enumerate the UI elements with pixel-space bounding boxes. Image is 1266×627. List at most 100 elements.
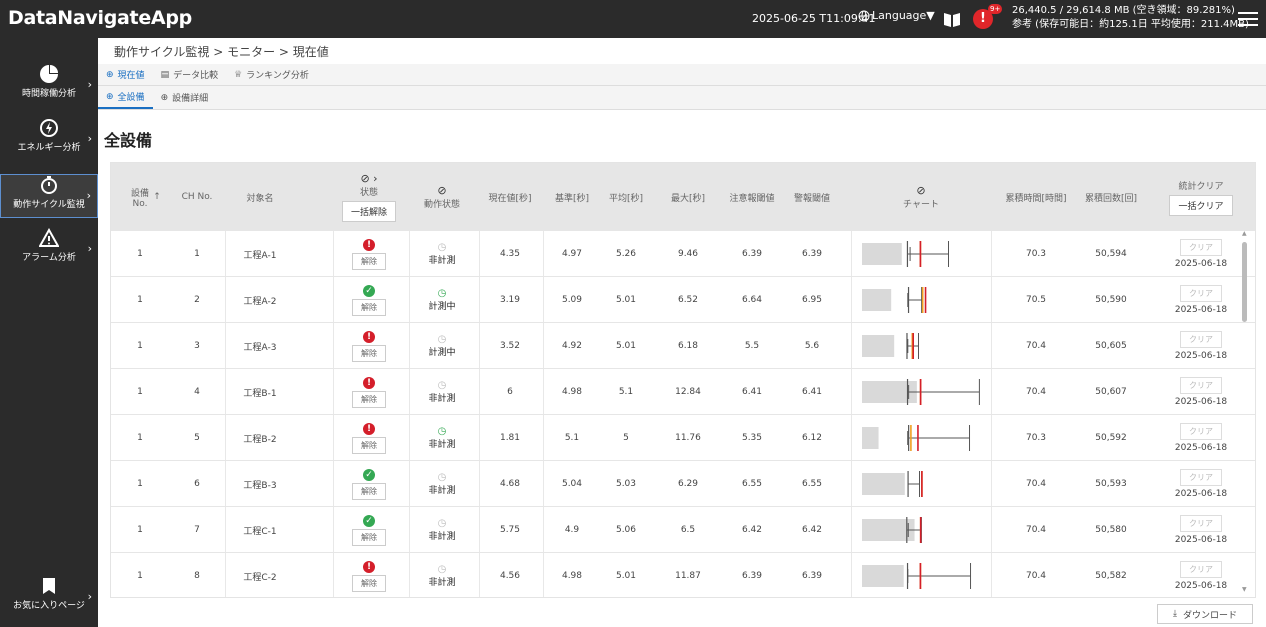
clear-cell: クリア 2025-06-18 [1159, 231, 1243, 277]
release-button[interactable]: 解除 [352, 344, 386, 362]
sidebar-item-label: 動作サイクル監視 [13, 200, 85, 210]
tab-equipment-detail[interactable]: ⊕ 設備詳細 [153, 86, 217, 109]
energy-icon [40, 119, 58, 137]
clear-button[interactable]: クリア [1180, 469, 1222, 486]
cell-base: 4.97 [561, 249, 583, 259]
clear-cell: クリア 2025-06-18 [1159, 507, 1243, 553]
check-icon: ✓ [363, 284, 375, 297]
chevron-right-icon: › [87, 590, 92, 603]
op-state-cell: ◷ 計測中 [409, 323, 475, 369]
clear-button[interactable]: クリア [1180, 377, 1222, 394]
error-icon: ! [363, 560, 375, 573]
op-state-cell: ◷ 非計測 [409, 461, 475, 507]
release-button[interactable]: 解除 [352, 482, 386, 500]
release-button[interactable]: 解除 [352, 436, 386, 454]
cycle-chart [862, 517, 922, 543]
language-label: Language▼ [872, 9, 935, 22]
chart-cell [856, 231, 992, 277]
tab-current-value[interactable]: ⊕ 現在値 [98, 64, 153, 85]
chart-current-bar [862, 565, 904, 587]
tab-all-equipment[interactable]: ⊕ 全設備 [98, 86, 153, 109]
cell-warn: 5.35 [741, 433, 763, 443]
cell-current: 6 [507, 387, 513, 397]
cell-max: 6.52 [677, 295, 699, 305]
cell-cum-count: 50,590 [1095, 295, 1127, 305]
cell-avg: 5.1 [618, 387, 634, 397]
scroll-up-icon[interactable]: ▲ [1242, 230, 1247, 237]
check-icon: ✓ [363, 514, 375, 527]
download-label: ダウンロード [1182, 610, 1237, 621]
stopwatch-icon: ◷ [437, 288, 447, 299]
release-button[interactable]: 解除 [352, 390, 386, 408]
sidebar-item-label: 時間稼働分析 [21, 89, 76, 99]
cell-cum-time: 70.4 [1025, 341, 1047, 351]
language-selector[interactable]: Language▼ [858, 9, 935, 22]
search-icon: ⊕ [160, 92, 169, 103]
cell-cum-time: 70.4 [1025, 387, 1047, 397]
pie-chart-icon [40, 65, 58, 83]
cell-equip: 1 [137, 387, 143, 397]
cell-avg: 5.01 [615, 295, 637, 305]
clear-date: 2025-06-18 [1174, 397, 1228, 407]
sidebar-item-cycle-monitor[interactable]: 動作サイクル監視 › [0, 174, 98, 218]
scroll-down-icon[interactable]: ▼ [1242, 586, 1247, 593]
table-row: 1 5 工程B-2 1.81 5.1 5 11.76 5.35 6.12 70.3 50,592! 解… [111, 415, 1255, 461]
cell-avg: 5.06 [615, 525, 637, 535]
download-button[interactable]: ⤓ ダウンロード [1157, 604, 1253, 624]
status-cell: ✓ 解除 [333, 277, 405, 323]
manual-book-icon[interactable] [942, 9, 962, 29]
op-state-label: 非計測 [428, 394, 456, 404]
release-button[interactable]: 解除 [352, 528, 386, 546]
help-icon[interactable]: ⊘ › [360, 172, 377, 185]
cell-cum-count: 50,594 [1095, 249, 1127, 259]
error-icon: ! [363, 422, 375, 435]
cell-cum-time: 70.5 [1025, 295, 1047, 305]
op-state-label: 計測中 [428, 348, 456, 358]
clear-button[interactable]: クリア [1180, 331, 1222, 348]
sidebar-item-time-analysis[interactable]: 時間稼働分析 › [0, 64, 98, 108]
header-label: 累積回数[回] [1084, 193, 1138, 204]
clear-button[interactable]: クリア [1180, 239, 1222, 256]
hamburger-menu-icon[interactable] [1238, 8, 1258, 30]
op-state-cell: ◷ 計測中 [409, 277, 475, 323]
cell-cum-count: 50,582 [1095, 571, 1127, 581]
clear-button[interactable]: クリア [1180, 515, 1222, 532]
cell-ch: 5 [194, 433, 200, 443]
status-cell: ! 解除 [333, 369, 405, 415]
help-icon[interactable]: ⊘ [437, 184, 446, 197]
cell-ch: 1 [194, 249, 200, 259]
table-scrollbar[interactable]: ▲ ▼ [1240, 230, 1250, 600]
cell-current: 4.68 [499, 479, 521, 489]
cell-alarm: 6.42 [801, 525, 823, 535]
status-cell: ! 解除 [333, 231, 405, 277]
release-button[interactable]: 解除 [352, 252, 386, 270]
bulk-clear-button[interactable]: 一括クリア [1169, 194, 1233, 216]
release-button[interactable]: 解除 [352, 574, 386, 592]
bulk-release-button[interactable]: 一括解除 [341, 201, 396, 222]
cell-current: 3.19 [499, 295, 521, 305]
chart-cell [856, 415, 992, 461]
clear-button[interactable]: クリア [1180, 561, 1222, 578]
cell-base: 4.9 [564, 525, 580, 535]
op-state-label: 非計測 [428, 578, 456, 588]
scroll-thumb[interactable] [1242, 242, 1247, 322]
help-icon[interactable]: ⊘ [916, 184, 925, 197]
clear-button[interactable]: クリア [1180, 285, 1222, 302]
cell-base: 5.09 [561, 295, 583, 305]
cell-equip: 1 [137, 249, 143, 259]
cell-max: 11.76 [675, 433, 701, 443]
tab-data-compare[interactable]: ▤ データ比較 [153, 64, 227, 85]
sidebar-item-favorites[interactable]: お気に入りページ › [0, 576, 98, 620]
status-cell: ! 解除 [333, 553, 405, 597]
sidebar-item-label: アラーム分析 [22, 253, 76, 263]
clear-button[interactable]: クリア [1180, 423, 1222, 440]
sort-asc-icon[interactable]: ↑ [147, 163, 167, 231]
release-button[interactable]: 解除 [352, 298, 386, 316]
header-label: 平均[秒] [608, 193, 644, 204]
tab-ranking[interactable]: ♕ ランキング分析 [226, 64, 317, 85]
sidebar-item-energy[interactable]: エネルギー分析 › [0, 118, 98, 162]
cell-max: 11.87 [675, 571, 701, 581]
sidebar-item-alarm[interactable]: アラーム分析 › [0, 228, 98, 272]
cell-equip: 1 [137, 479, 143, 489]
sidebar-item-label: エネルギー分析 [17, 143, 81, 153]
